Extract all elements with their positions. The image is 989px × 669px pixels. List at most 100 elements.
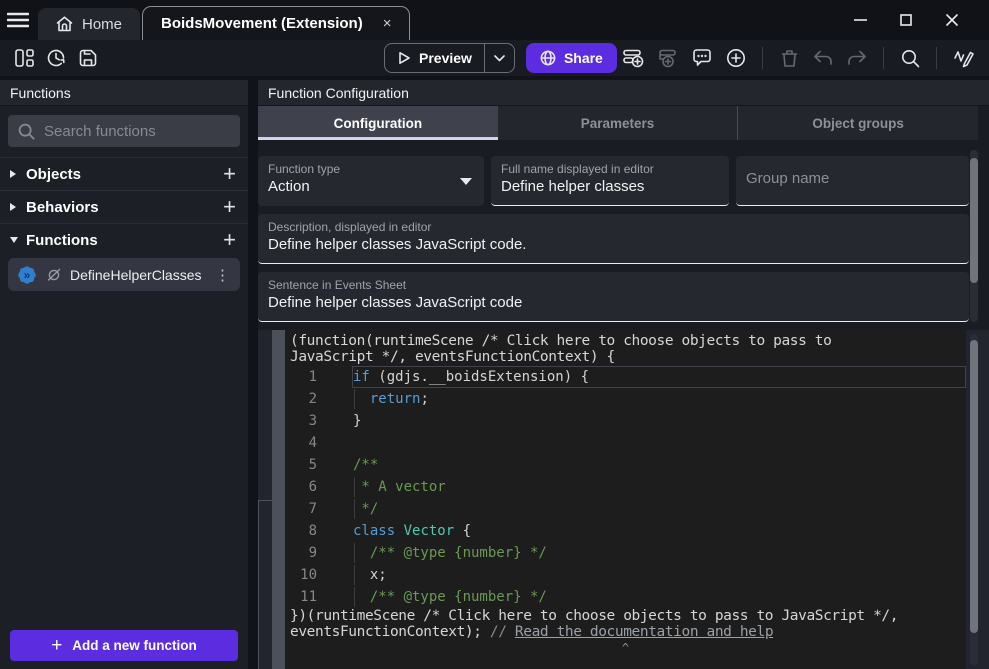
line-number: 7: [285, 501, 330, 517]
full-name-input[interactable]: [501, 178, 719, 195]
save-button[interactable]: [74, 44, 102, 72]
line-number: 6: [285, 479, 330, 495]
sidebar-section-behaviors[interactable]: Behaviors +: [0, 190, 248, 223]
search-icon: [901, 49, 920, 68]
group-name-field[interactable]: [736, 156, 969, 206]
line-content[interactable]: return;: [352, 388, 966, 410]
javascript-code-editor[interactable]: (function(runtimeScene /* Click here to …: [285, 330, 966, 669]
preview-dropdown-button[interactable]: [485, 55, 514, 62]
code-line[interactable]: 4: [285, 432, 966, 454]
events-settings-button[interactable]: [949, 44, 977, 72]
sidebar-section-functions[interactable]: Functions +: [0, 223, 248, 256]
add-other-event-button[interactable]: [722, 44, 750, 72]
redo-button[interactable]: [843, 44, 871, 72]
line-content[interactable]: }: [352, 410, 966, 432]
line-number: 11: [285, 589, 330, 605]
subevent-indent-line: [258, 500, 273, 501]
configuration-tabs: Configuration Parameters Object groups: [258, 106, 978, 140]
tab-home[interactable]: Home: [38, 8, 140, 40]
editor-resize-handle[interactable]: ^: [285, 643, 966, 653]
functions-sidebar: Functions Objects + Behaviors + Function…: [0, 80, 248, 669]
code-line[interactable]: 11 /** @type {number} */: [285, 586, 966, 608]
search-functions-input[interactable]: [44, 123, 243, 140]
code-line[interactable]: 10 x;: [285, 564, 966, 586]
toolbar-divider: [762, 47, 763, 69]
tab-configuration[interactable]: Configuration: [258, 106, 498, 140]
code-header[interactable]: (function(runtimeScene /* Click here to …: [285, 330, 966, 365]
add-comment-button[interactable]: [688, 44, 716, 72]
add-new-function-button[interactable]: + Add a new function: [10, 630, 238, 661]
home-icon: [56, 16, 73, 32]
add-behavior-button[interactable]: +: [223, 197, 236, 217]
preview-button[interactable]: Preview: [384, 43, 515, 73]
preview-label: Preview: [419, 50, 472, 66]
line-content[interactable]: /** @type {number} */: [352, 586, 966, 608]
line-content[interactable]: */: [352, 498, 966, 520]
code-scrollbar-thumb[interactable]: [970, 340, 978, 633]
comment-icon: [692, 49, 712, 68]
minimize-button[interactable]: [837, 0, 883, 40]
kebab-menu-icon[interactable]: ⋮: [213, 266, 232, 284]
form-scrollbar-thumb[interactable]: [970, 158, 978, 283]
add-subevent-button[interactable]: [654, 44, 682, 72]
sentence-input[interactable]: [268, 294, 959, 311]
line-number: 4: [285, 435, 330, 451]
circle-plus-icon: [726, 48, 746, 68]
chevron-right-icon: [10, 170, 24, 178]
project-manager-button[interactable]: [10, 44, 38, 72]
history-clock-icon: [47, 49, 66, 67]
tab-boids-movement[interactable]: BoidsMovement (Extension) ×: [142, 6, 410, 40]
add-object-button[interactable]: +: [223, 164, 236, 184]
close-window-icon: [946, 14, 958, 26]
share-button[interactable]: Share: [526, 43, 617, 73]
group-name-input[interactable]: [746, 170, 959, 187]
maximize-button[interactable]: [883, 0, 929, 40]
preview-main[interactable]: Preview: [385, 50, 484, 66]
form-scrollbar-track: [970, 150, 978, 322]
main-menu-button[interactable]: [0, 0, 36, 40]
description-field[interactable]: Description, displayed in editor: [258, 214, 969, 264]
line-content[interactable]: /**: [352, 454, 966, 476]
documentation-link[interactable]: Read the documentation and help: [515, 624, 773, 640]
full-name-field[interactable]: Full name displayed in editor: [491, 156, 729, 206]
tab-object-groups[interactable]: Object groups: [738, 106, 978, 140]
code-line[interactable]: 7 */: [285, 498, 966, 520]
share-label: Share: [564, 50, 603, 66]
code-line[interactable]: 5/**: [285, 454, 966, 476]
code-line[interactable]: 6 * A vector: [285, 476, 966, 498]
close-window-button[interactable]: [929, 0, 975, 40]
add-event-button[interactable]: [620, 44, 648, 72]
line-content[interactable]: x;: [352, 564, 966, 586]
trash-icon: [781, 49, 798, 68]
tab-parameters[interactable]: Parameters: [498, 106, 738, 140]
version-history-button[interactable]: [42, 44, 70, 72]
line-content[interactable]: class Vector {: [352, 520, 966, 542]
delete-button[interactable]: [775, 44, 803, 72]
visibility-off-icon: [46, 268, 62, 282]
code-line[interactable]: 2 return;: [285, 388, 966, 410]
function-type-select[interactable]: Function type: [258, 156, 484, 206]
line-content[interactable]: if (gdjs.__boidsExtension) {: [352, 366, 966, 388]
description-input[interactable]: [268, 236, 959, 253]
line-content[interactable]: [352, 432, 966, 454]
search-functions-box[interactable]: [8, 115, 240, 147]
function-type-value[interactable]: [268, 178, 474, 195]
code-footer[interactable]: })(runtimeScene /* Click here to choose …: [285, 608, 898, 640]
titlebar: Home BoidsMovement (Extension) ×: [0, 0, 989, 40]
undo-button[interactable]: [809, 44, 837, 72]
code-line[interactable]: 9 /** @type {number} */: [285, 542, 966, 564]
line-content[interactable]: * A vector: [352, 476, 966, 498]
functions-tree: Objects + Behaviors + Functions + » Defi…: [0, 157, 248, 291]
code-line[interactable]: 3}: [285, 410, 966, 432]
close-tab-icon[interactable]: ×: [379, 13, 396, 34]
code-line[interactable]: 1if (gdjs.__boidsExtension) {: [285, 366, 966, 388]
sidebar-section-objects[interactable]: Objects +: [0, 157, 248, 190]
code-line[interactable]: 8class Vector {: [285, 520, 966, 542]
function-item-definehelperclasses[interactable]: » DefineHelperClasses ⋮: [8, 258, 240, 291]
toolbar-left-group: [0, 44, 102, 72]
sentence-field[interactable]: Sentence in Events Sheet: [258, 272, 969, 322]
event-drag-handle[interactable]: [272, 330, 285, 669]
add-function-button[interactable]: +: [223, 230, 236, 250]
search-events-button[interactable]: [896, 44, 924, 72]
line-content[interactable]: /** @type {number} */: [352, 542, 966, 564]
